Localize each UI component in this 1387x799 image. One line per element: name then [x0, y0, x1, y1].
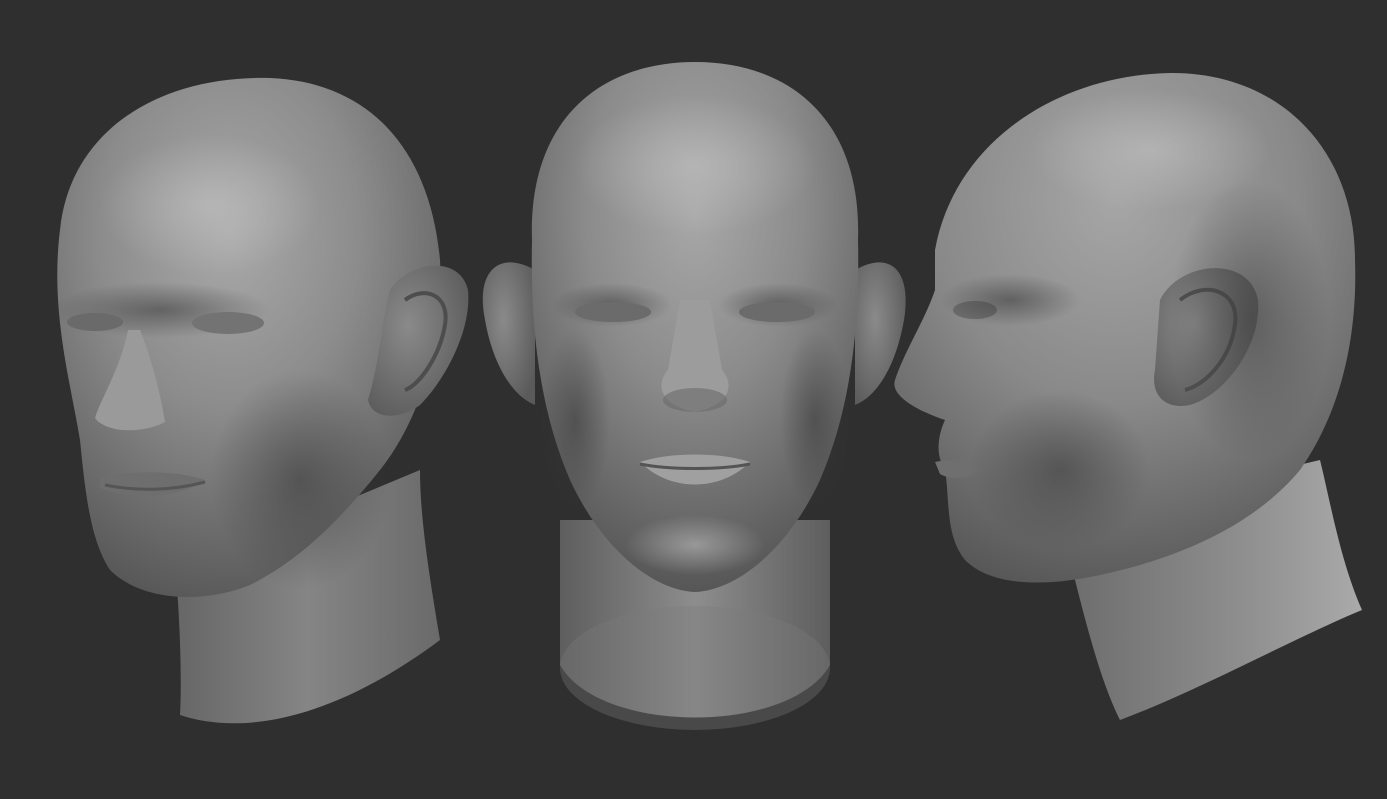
head-profile-view — [894, 72, 1362, 720]
head-three-quarter-view — [50, 77, 469, 724]
ear-left — [482, 262, 535, 405]
render-viewport — [0, 0, 1387, 799]
head-front-view — [482, 62, 906, 730]
sculpt-render — [50, 62, 1362, 730]
